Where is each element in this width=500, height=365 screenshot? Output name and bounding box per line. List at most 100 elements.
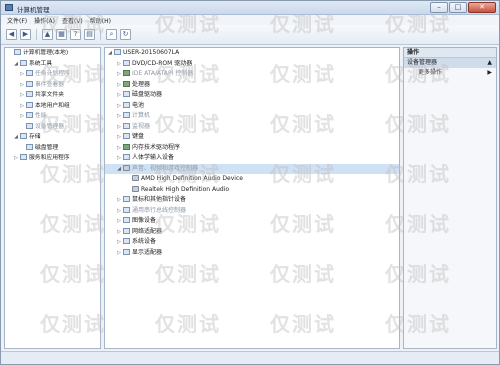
expand-toggle-icon[interactable]: ▷ <box>116 216 122 227</box>
expand-toggle-icon[interactable]: ▷ <box>116 195 122 206</box>
expand-toggle-icon[interactable]: ▷ <box>19 90 25 101</box>
properties-icon[interactable]: ▦ <box>56 29 67 40</box>
menu-file[interactable]: 文件(F) <box>7 16 27 25</box>
expand-toggle-icon[interactable]: ▷ <box>13 153 19 164</box>
tree-item[interactable]: ▷ 图像设备 <box>105 216 399 227</box>
expand-toggle-icon[interactable]: ▷ <box>19 101 25 112</box>
tree-item-label: 设备管理器 <box>35 123 64 130</box>
tree-item-label: AMD High Definition Audio Device <box>141 175 243 182</box>
menu-action[interactable]: 操作(A) <box>34 16 55 25</box>
tree-item[interactable]: AMD High Definition Audio Device <box>105 174 399 185</box>
tree-item[interactable]: ▷ 事件查看器 <box>5 80 100 91</box>
forward-icon[interactable]: ▶ <box>20 29 31 40</box>
tree-item[interactable]: ▷ 内存技术驱动程序 <box>105 143 399 154</box>
expand-toggle-icon[interactable]: ▷ <box>19 111 25 122</box>
chip-icon <box>123 80 130 87</box>
expand-toggle-icon[interactable]: ▷ <box>116 143 122 154</box>
expand-toggle-icon[interactable]: ▷ <box>116 59 122 70</box>
up-icon[interactable]: ▲ <box>42 29 53 40</box>
tree-item[interactable]: ▷ 显示适配器 <box>105 248 399 259</box>
close-button[interactable]: ✕ <box>468 2 496 13</box>
display-icon <box>123 248 130 255</box>
expand-toggle-icon[interactable]: ▷ <box>116 248 122 259</box>
navigation-tree-pane[interactable]: 计算机管理(本地) ◢ 系统工具 ▷ 任务计划程序 ▷ 事件查看器 ▷ 共享文件夹 ▷ 本地用户和组… <box>4 47 101 349</box>
tree-item[interactable]: ▷ 服务和应用程序 <box>5 153 100 164</box>
more-actions-item[interactable]: 更多操作 ▶ <box>404 68 496 78</box>
folder-icon <box>20 59 27 66</box>
tree-item-label: 鼠标和其他指针设备 <box>132 196 187 203</box>
device-tree-pane[interactable]: ◢ USER-20150607LA ▷ DVD/CD-ROM 驱动器 ▷ IDE ATA/… <box>104 47 400 349</box>
tree-item[interactable]: ◢ 系统工具 <box>5 59 100 70</box>
tree-item[interactable]: 设备管理器 <box>5 122 100 133</box>
folder-icon <box>26 101 33 108</box>
expand-toggle-icon[interactable]: ▷ <box>116 153 122 164</box>
tree-item[interactable]: 磁盘管理 <box>5 143 100 154</box>
tree-item[interactable]: ◢ USER-20150607LA <box>105 48 399 59</box>
folder-icon <box>26 91 33 97</box>
tree-item[interactable]: ▷ 系统设备 <box>105 237 399 248</box>
expand-toggle-icon[interactable]: ▷ <box>116 69 122 80</box>
tree-item[interactable]: ▷ 键盘 <box>105 132 399 143</box>
tree-item[interactable]: ▷ 计算机 <box>105 111 399 122</box>
tree-item[interactable]: ▷ 鼠标和其他指针设备 <box>105 195 399 206</box>
expand-toggle-icon[interactable]: ▷ <box>19 69 25 80</box>
expand-toggle-icon[interactable]: ▷ <box>19 80 25 91</box>
status-bar <box>1 351 499 364</box>
menu-help[interactable]: 帮助(H) <box>90 16 111 25</box>
folder-icon <box>26 112 33 118</box>
tree-item[interactable]: Realtek High Definition Audio <box>105 185 399 196</box>
expand-toggle-icon[interactable]: ▷ <box>116 227 122 238</box>
tree-item-label: 人体学输入设备 <box>132 154 175 161</box>
menu-bar: 文件(F) 操作(A) 查看(V) 帮助(H) <box>1 15 499 25</box>
tree-item[interactable]: ▷ 电池 <box>105 101 399 112</box>
tree-item[interactable]: 计算机管理(本地) <box>5 48 100 59</box>
minimize-button[interactable]: – <box>430 2 448 13</box>
tree-item[interactable]: ▷ 性能 <box>5 111 100 122</box>
tree-item[interactable]: ▷ 磁盘驱动器 <box>105 90 399 101</box>
tree-item-label: 存储 <box>29 134 41 140</box>
tree-item-label: 监视器 <box>132 122 151 130</box>
tree-item[interactable]: ▷ 本地用户和组 <box>5 101 100 112</box>
tree-item-label: 计算机管理(本地) <box>23 50 69 56</box>
tree-item[interactable]: ◢ 声音、视频和游戏控制器 <box>105 163 399 175</box>
expand-toggle-icon[interactable]: ▷ <box>116 90 122 101</box>
view-icon[interactable]: ▤ <box>84 29 95 40</box>
expand-toggle-icon[interactable]: ▷ <box>116 237 122 248</box>
expand-toggle-icon[interactable]: ◢ <box>107 48 113 59</box>
tree-item[interactable]: ▷ DVD/CD-ROM 驱动器 <box>105 59 399 70</box>
tree-item[interactable]: ▷ 处理器 <box>105 80 399 91</box>
window-title: 计算机管理 <box>17 6 50 14</box>
folder-icon <box>26 143 33 150</box>
menu-view[interactable]: 查看(V) <box>62 16 83 25</box>
expand-toggle-icon[interactable]: ▷ <box>116 122 122 133</box>
tree-item[interactable]: ▷ 通用串行总线控制器 <box>105 206 399 217</box>
tree-item-label: 磁盘驱动器 <box>132 91 163 98</box>
tree-item-label: 电池 <box>132 101 145 109</box>
tree-item[interactable]: ◢ 存储 <box>5 132 100 143</box>
help-icon[interactable]: ? <box>70 29 81 40</box>
tree-item-label: 显示适配器 <box>132 248 163 256</box>
expand-toggle-icon[interactable]: ◢ <box>116 164 122 175</box>
tree-item[interactable]: ▷ 人体学输入设备 <box>105 153 399 164</box>
expand-toggle-icon[interactable]: ▷ <box>116 206 122 217</box>
tree-item-label: 计算机 <box>132 112 151 119</box>
actions-section-device-manager[interactable]: 设备管理器 ▲ <box>404 58 496 68</box>
folder-icon <box>14 49 21 55</box>
tree-item-label: 图像设备 <box>132 217 157 224</box>
back-icon[interactable]: ◀ <box>6 29 17 40</box>
expand-toggle-icon[interactable]: ▷ <box>116 111 122 122</box>
tree-item[interactable]: ▷ 监视器 <box>105 122 399 133</box>
expand-toggle-icon[interactable]: ▷ <box>116 101 122 112</box>
expand-toggle-icon[interactable]: ◢ <box>13 59 19 70</box>
expand-toggle-icon[interactable]: ▷ <box>116 132 122 143</box>
title-bar[interactable]: 计算机管理 – □ ✕ <box>1 1 499 15</box>
scan-icon[interactable]: ⌕ <box>106 29 117 40</box>
tree-item[interactable]: ▷ 网络适配器 <box>105 227 399 238</box>
update-icon[interactable]: ↻ <box>120 29 131 40</box>
tree-item[interactable]: ▷ IDE ATA/ATAPI 控制器 <box>105 69 399 80</box>
tree-item[interactable]: ▷ 任务计划程序 <box>5 69 100 80</box>
tree-item[interactable]: ▷ 共享文件夹 <box>5 90 100 101</box>
expand-toggle-icon[interactable]: ▷ <box>116 80 122 91</box>
maximize-button[interactable]: □ <box>449 2 467 13</box>
expand-toggle-icon[interactable]: ◢ <box>13 132 19 143</box>
